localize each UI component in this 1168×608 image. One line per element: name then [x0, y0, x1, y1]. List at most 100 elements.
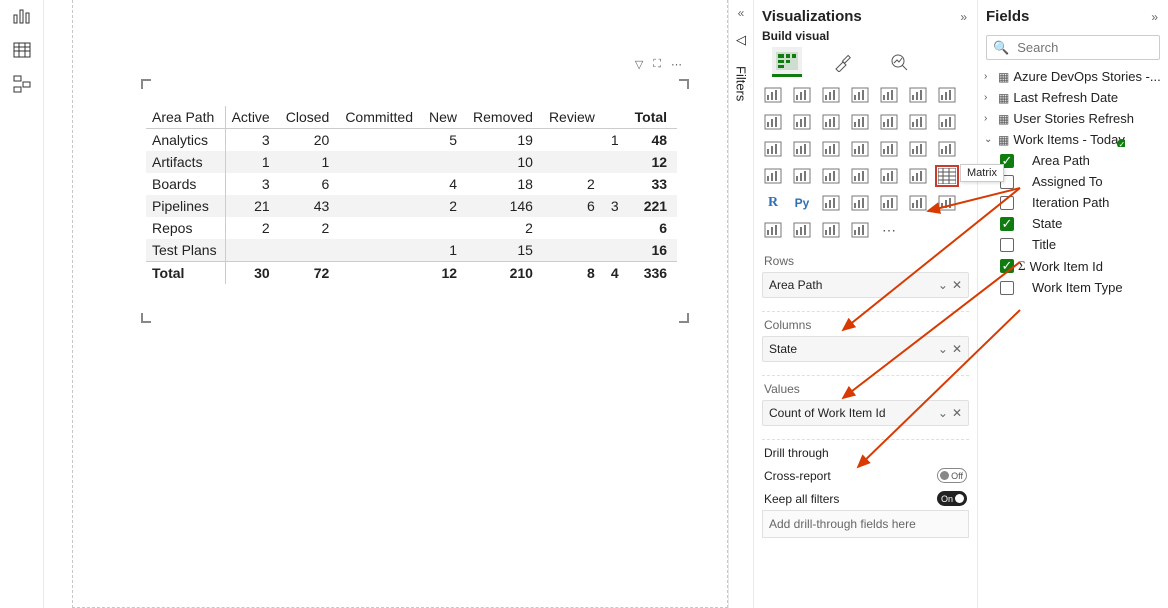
- field-Area Path[interactable]: ✓Area Path: [984, 150, 1166, 171]
- field-Work Item Type[interactable]: Work Item Type: [984, 277, 1166, 298]
- viz-filled-map-icon[interactable]: [907, 139, 929, 159]
- viz-key-infl-icon[interactable]: [820, 193, 842, 213]
- expand-filters-icon[interactable]: «: [738, 6, 745, 20]
- cross-report-toggle[interactable]: Off: [937, 468, 967, 483]
- remove-field-icon[interactable]: ✕: [952, 406, 962, 420]
- viz-donut-icon[interactable]: [820, 139, 842, 159]
- model-view-icon[interactable]: [12, 74, 32, 94]
- viz-col-cl-icon[interactable]: [849, 85, 871, 105]
- viz-qna-icon[interactable]: [878, 193, 900, 213]
- matrix-table: Area PathActiveClosedCommittedNewRemoved…: [146, 106, 677, 284]
- table-Last Refresh Date[interactable]: ›▦Last Refresh Date: [984, 87, 1166, 108]
- visualizations-pane: Visualizations » Build visual Matrix R Py ⋯…: [754, 0, 978, 608]
- remove-field-icon[interactable]: ✕: [952, 342, 962, 356]
- table-User Stories Refresh[interactable]: ›▦User Stories Refresh: [984, 108, 1166, 129]
- viz-azure-map-icon[interactable]: [936, 139, 958, 159]
- filter-icon[interactable]: ▽: [635, 58, 643, 71]
- viz-arcgis-icon[interactable]: [849, 220, 871, 240]
- viz-waterfall-icon[interactable]: [907, 112, 929, 132]
- viz-line-icon[interactable]: [936, 85, 958, 105]
- viz-pie-icon[interactable]: [791, 139, 813, 159]
- analytics-tab[interactable]: [884, 47, 914, 77]
- viz-stack-h-icon[interactable]: [820, 85, 842, 105]
- fields-tree: ›▦Azure DevOps Stories -...›▦Last Refres…: [978, 66, 1168, 298]
- chevron-down-icon[interactable]: ⌄: [938, 406, 948, 420]
- viz-col-icon[interactable]: [791, 85, 813, 105]
- values-field-well[interactable]: Count of Work Item Id ⌄ ✕: [762, 400, 969, 426]
- field-State[interactable]: ✓State: [984, 213, 1166, 234]
- search-input[interactable]: [1015, 39, 1153, 56]
- viz-slicer-icon[interactable]: [878, 166, 900, 186]
- cross-report-label: Cross-report: [764, 469, 831, 483]
- viz-paginated-icon[interactable]: [936, 193, 958, 213]
- viz-scatter-icon[interactable]: [762, 139, 784, 159]
- search-icon: 🔍: [993, 40, 1009, 56]
- remove-field-icon[interactable]: ✕: [952, 278, 962, 292]
- viz-area-icon[interactable]: [762, 112, 784, 132]
- values-label: Values: [754, 376, 977, 400]
- more-options-icon[interactable]: ⋯: [671, 58, 682, 71]
- values-field-value: Count of Work Item Id: [769, 406, 886, 420]
- viz-col100-icon[interactable]: [907, 85, 929, 105]
- viz-line-col2-icon[interactable]: [849, 112, 871, 132]
- report-canvas[interactable]: ▽ ⛶ ⋯ Area PathActiveClosedCommittedNewR…: [44, 0, 728, 608]
- viz-ribbon-icon[interactable]: [878, 112, 900, 132]
- viz-card-icon[interactable]: [791, 166, 813, 186]
- drill-through-well[interactable]: Add drill-through fields here: [762, 510, 969, 538]
- viz-kpi-icon[interactable]: [849, 166, 871, 186]
- filters-pane-collapsed[interactable]: « ◁ Filters: [728, 0, 754, 608]
- keep-filters-label: Keep all filters: [764, 492, 839, 506]
- viz-stack-col-icon[interactable]: [878, 85, 900, 105]
- viz-gauge-icon[interactable]: [762, 166, 784, 186]
- left-nav-rail: [0, 0, 44, 608]
- viz-more-icon[interactable]: ⋯: [878, 220, 900, 240]
- collapse-viz-icon[interactable]: »: [960, 10, 967, 24]
- fields-search[interactable]: 🔍: [986, 35, 1160, 60]
- fields-title: Fields: [986, 8, 1029, 25]
- field-Assigned To[interactable]: Assigned To: [984, 171, 1166, 192]
- viz-line-col-icon[interactable]: [820, 112, 842, 132]
- collapse-fields-icon[interactable]: »: [1151, 10, 1158, 24]
- drill-through-label: Drill through: [754, 440, 977, 464]
- data-view-icon[interactable]: [12, 40, 32, 60]
- format-visual-tab[interactable]: [828, 47, 858, 77]
- build-visual-label: Build visual: [754, 29, 977, 47]
- chevron-down-icon[interactable]: ⌄: [938, 342, 948, 356]
- viz-power-auto-icon[interactable]: [820, 220, 842, 240]
- fields-pane: Fields » 🔍 ›▦Azure DevOps Stories -...›▦…: [978, 0, 1168, 608]
- viz-power-apps-icon[interactable]: [791, 220, 813, 240]
- filters-label: Filters: [734, 66, 749, 101]
- viz-bar-h-icon[interactable]: [762, 85, 784, 105]
- viz-py-icon[interactable]: Py: [791, 193, 813, 213]
- viz-treemap-icon[interactable]: [849, 139, 871, 159]
- columns-field-value: State: [769, 342, 797, 356]
- report-view-icon[interactable]: [12, 6, 32, 26]
- table-Work Items - Today[interactable]: ⌄▦Work Items - Today✓: [984, 129, 1166, 150]
- viz-narrative-icon[interactable]: [907, 193, 929, 213]
- viz-table-icon[interactable]: [907, 166, 929, 186]
- viz-multi-card-icon[interactable]: [820, 166, 842, 186]
- chevron-down-icon[interactable]: ⌄: [938, 278, 948, 292]
- rows-field-value: Area Path: [769, 278, 822, 292]
- columns-field-well[interactable]: State ⌄ ✕: [762, 336, 969, 362]
- viz-score-icon[interactable]: [762, 220, 784, 240]
- keep-filters-toggle[interactable]: On: [937, 491, 967, 506]
- visualizations-title: Visualizations: [762, 8, 862, 25]
- viz-decomp-icon[interactable]: [849, 193, 871, 213]
- columns-label: Columns: [754, 312, 977, 336]
- viz-matrix-icon[interactable]: Matrix: [936, 166, 958, 186]
- field-Title[interactable]: Title: [984, 234, 1166, 255]
- viz-area-st-icon[interactable]: [791, 112, 813, 132]
- focus-mode-icon[interactable]: ⛶: [653, 58, 661, 71]
- table-Azure DevOps Stories -...[interactable]: ›▦Azure DevOps Stories -...: [984, 66, 1166, 87]
- visual-header-toolbar: ▽ ⛶ ⋯: [635, 58, 682, 71]
- field-Iteration Path[interactable]: Iteration Path: [984, 192, 1166, 213]
- field-Work Item Id[interactable]: ✓ΣWork Item Id: [984, 255, 1166, 277]
- matrix-visual[interactable]: ▽ ⛶ ⋯ Area PathActiveClosedCommittedNewR…: [142, 80, 688, 322]
- visualization-gallery: Matrix R Py ⋯: [754, 83, 977, 248]
- viz-funnel-icon[interactable]: [936, 112, 958, 132]
- build-visual-tab[interactable]: [772, 47, 802, 77]
- viz-map-icon[interactable]: [878, 139, 900, 159]
- rows-field-well[interactable]: Area Path ⌄ ✕: [762, 272, 969, 298]
- viz-r-icon[interactable]: R: [762, 193, 784, 213]
